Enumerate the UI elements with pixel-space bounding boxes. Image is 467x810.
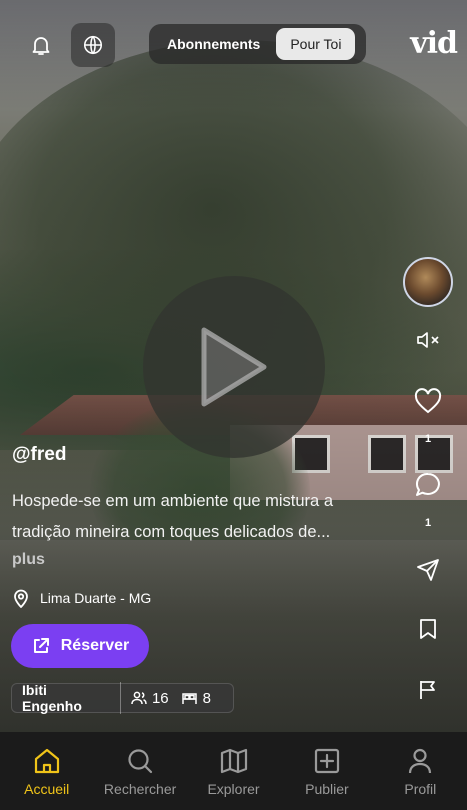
map-icon bbox=[220, 748, 247, 774]
likes-count: 1 bbox=[424, 433, 432, 445]
language-button[interactable] bbox=[71, 23, 115, 67]
notifications-button[interactable] bbox=[19, 23, 63, 67]
heart-icon bbox=[414, 388, 442, 414]
venue-name: Ibiti Engenho bbox=[22, 682, 121, 714]
plus-square-icon bbox=[314, 748, 340, 774]
flag-icon bbox=[420, 681, 435, 699]
nav-item-accueil[interactable]: Accueil bbox=[0, 732, 93, 810]
see-more-link[interactable]: plus bbox=[12, 551, 45, 569]
venue-chip[interactable]: Ibiti Engenho 16 8 bbox=[11, 682, 234, 714]
play-icon bbox=[201, 327, 267, 407]
nav-item-profil[interactable]: Profil bbox=[374, 732, 467, 810]
nav-label-accueil: Accueil bbox=[24, 781, 70, 797]
nav-label-profil: Profil bbox=[404, 781, 437, 797]
location-label: Lima Duarte - MG bbox=[40, 590, 152, 606]
users-icon bbox=[131, 691, 147, 705]
brand-logo: vid bbox=[410, 26, 458, 61]
reserve-label: Réserver bbox=[60, 637, 130, 654]
user-icon bbox=[409, 748, 432, 774]
bell-icon bbox=[32, 37, 50, 55]
beds-count: 8 bbox=[202, 689, 211, 707]
post-location: Lima Duarte - MG bbox=[12, 588, 151, 608]
bottom-nav: Accueil Rechercher Explorer Publier Prof… bbox=[0, 732, 467, 810]
tab-abonnements[interactable]: Abonnements bbox=[153, 28, 274, 60]
share-button[interactable] bbox=[398, 555, 458, 585]
nav-label-explorer: Explorer bbox=[207, 781, 260, 797]
beds-stat: 8 bbox=[181, 690, 211, 707]
save-button[interactable] bbox=[398, 615, 458, 643]
send-icon bbox=[417, 559, 439, 581]
volume-mute-icon bbox=[417, 332, 439, 348]
globe-icon bbox=[83, 35, 103, 55]
home-icon bbox=[34, 748, 59, 774]
post-description: Hospede-se em um ambiente que mistura a … bbox=[12, 492, 333, 541]
comment-button[interactable] bbox=[398, 470, 458, 500]
nav-label-rechercher: Rechercher bbox=[103, 781, 177, 797]
guests-count: 16 bbox=[151, 689, 169, 707]
nav-item-publier[interactable]: Publier bbox=[280, 732, 373, 810]
creator-avatar[interactable] bbox=[403, 257, 453, 307]
mute-button[interactable] bbox=[398, 325, 458, 355]
location-pin-icon bbox=[14, 589, 28, 608]
bed-icon bbox=[181, 693, 197, 704]
bookmark-icon bbox=[420, 619, 436, 639]
nav-label-publier: Publier bbox=[305, 781, 349, 797]
like-button[interactable] bbox=[398, 384, 458, 418]
play-button[interactable] bbox=[143, 276, 325, 458]
external-link-icon bbox=[33, 638, 49, 653]
nav-item-explorer[interactable]: Explorer bbox=[187, 732, 280, 810]
comment-icon bbox=[416, 472, 440, 496]
post-username[interactable]: @fred bbox=[12, 444, 66, 466]
feed-tabs: Abonnements Pour Toi bbox=[149, 24, 366, 64]
comments-count: 1 bbox=[424, 517, 432, 529]
guests-stat: 16 bbox=[131, 690, 169, 707]
report-button[interactable] bbox=[398, 675, 458, 703]
nav-item-rechercher[interactable]: Rechercher bbox=[93, 732, 186, 810]
search-icon bbox=[128, 749, 153, 774]
reserve-button[interactable]: Réserver bbox=[11, 624, 149, 668]
tab-pour-toi[interactable]: Pour Toi bbox=[276, 28, 356, 60]
